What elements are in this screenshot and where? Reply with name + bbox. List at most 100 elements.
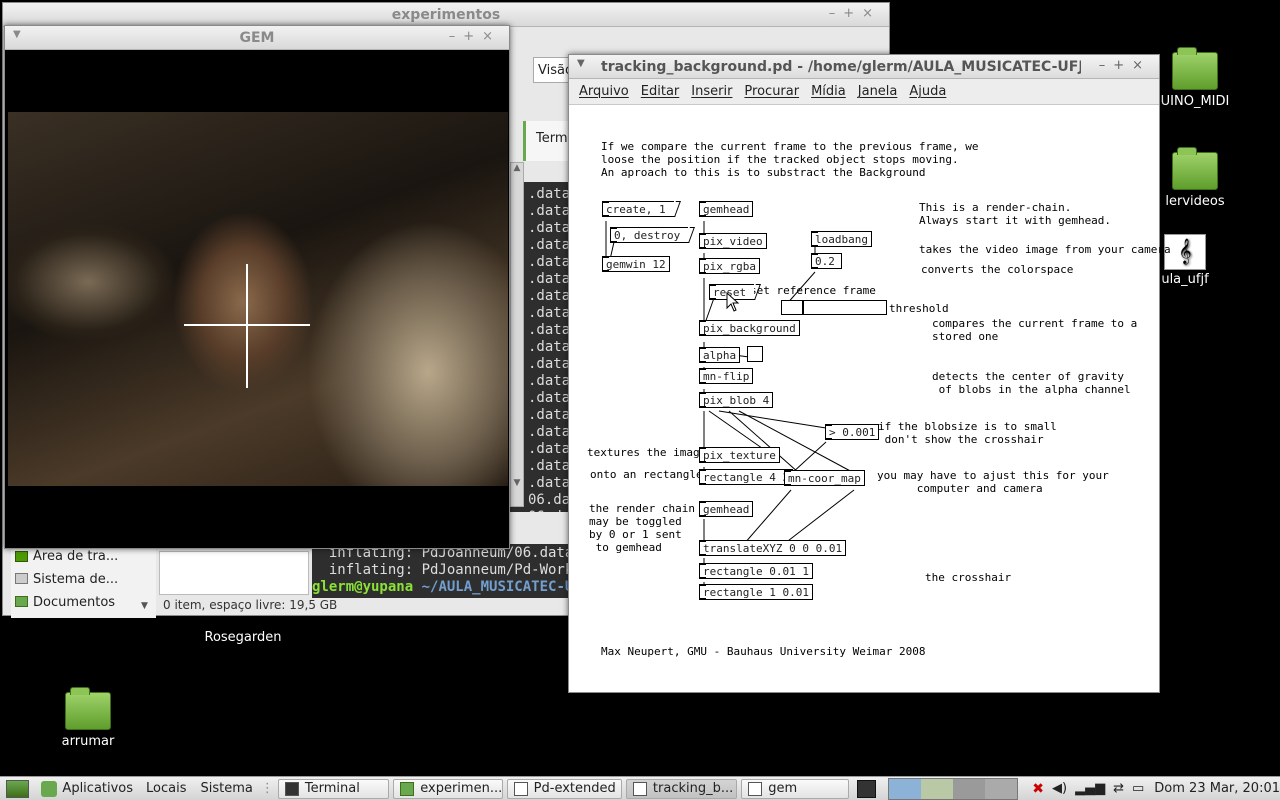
pd-patch-window[interactable]: ▼ tracking_background.pd - /home/glerm/A… xyxy=(568,54,1171,693)
task-label: Pd-extended xyxy=(533,781,616,796)
workspace-4[interactable] xyxy=(985,778,1018,799)
camera-render xyxy=(8,112,508,486)
obj-gemhead-1[interactable]: gemhead xyxy=(699,201,754,217)
task-gem[interactable]: gem xyxy=(741,778,849,799)
window-icon xyxy=(748,781,763,796)
obj-translate-xyz[interactable]: translateXYZ 0 0 0.01 xyxy=(699,540,847,556)
file-list-area[interactable] xyxy=(159,551,309,595)
terminal-line: .data/ xyxy=(528,288,570,304)
network-icon[interactable]: ▂▄▆ xyxy=(1075,781,1105,796)
terminal-line: .data/ xyxy=(528,220,570,236)
terminal-line: .data/ xyxy=(528,475,570,491)
desktop-icon-rosegarden[interactable]: Rosegarden xyxy=(198,630,288,645)
obj-pix-texture[interactable]: pix_texture xyxy=(699,447,780,463)
clock[interactable]: Dom 23 Mar, 20:01 xyxy=(1154,781,1280,796)
obj-mn-flip[interactable]: mn-flip xyxy=(699,368,754,384)
terminal-launcher-icon[interactable] xyxy=(856,779,877,798)
obj-pix-background[interactable]: pix_background xyxy=(699,320,800,336)
obj-alpha[interactable]: alpha xyxy=(699,347,741,363)
menu-system[interactable]: Sistema xyxy=(201,781,253,796)
pd-menubar: Arquivo Editar Inserir Procurar Mídia Ja… xyxy=(569,79,1159,105)
obj-rectangle-1-001[interactable]: rectangle 1 0.01 xyxy=(699,584,813,600)
task-label: tracking_b... xyxy=(652,781,734,796)
window-controls[interactable]: –+× xyxy=(449,29,501,44)
sidebar: Área de tra... Sistema de... Documentos xyxy=(11,543,156,618)
sidebar-item-documents[interactable]: Documentos xyxy=(11,587,156,610)
workspace-3[interactable] xyxy=(953,778,986,799)
menu-editar[interactable]: Editar xyxy=(635,79,686,104)
terminal-line: .data/ xyxy=(528,407,570,423)
menu-procurar[interactable]: Procurar xyxy=(738,79,805,104)
crosshair-vertical xyxy=(246,264,248,388)
menu-applications[interactable]: Aplicativos xyxy=(41,780,133,797)
scroll-arrow-down-icon[interactable]: ▼ xyxy=(141,601,148,611)
show-desktop-icon[interactable] xyxy=(6,779,30,798)
threshold-slider[interactable] xyxy=(781,300,887,315)
gem-titlebar[interactable]: ▼ GEM –+× xyxy=(5,26,509,50)
window-title: GEM xyxy=(239,30,275,46)
obj-rectangle-4-3[interactable]: rectangle 4 3 xyxy=(699,469,794,485)
menu-arquivo[interactable]: Arquivo xyxy=(573,79,635,104)
comment-ajust: you may have to ajust this for your comp… xyxy=(877,469,1109,495)
pd-titlebar[interactable]: ▼ tracking_background.pd - /home/glerm/A… xyxy=(569,55,1159,79)
window-controls[interactable]: –+× xyxy=(1099,58,1151,73)
pd-canvas[interactable]: If we compare the current frame to the p… xyxy=(569,106,1171,692)
volume-icon[interactable]: ◀) xyxy=(1052,781,1067,796)
menu-janela[interactable]: Janela xyxy=(852,79,904,104)
menu-midia[interactable]: Mídia xyxy=(805,79,852,104)
desktop-icon-arrumar[interactable]: arrumar xyxy=(43,687,133,749)
desktop-icon-uino-midi[interactable]: UINO_MIDI xyxy=(1150,47,1240,109)
folder-icon xyxy=(65,687,111,730)
task-pd-extended[interactable]: Pd-extended xyxy=(506,778,622,799)
file-manager-titlebar[interactable]: experimentos –+× xyxy=(3,3,889,27)
gem-window[interactable]: ▼ GEM –+× xyxy=(4,25,510,549)
obj-rectangle-001-1[interactable]: rectangle 0.01 1 xyxy=(699,563,813,579)
obj-greater-than[interactable]: > 0.001 xyxy=(825,424,880,440)
obj-pix-rgba[interactable]: pix_rgba xyxy=(699,258,760,274)
obj-pix-blob[interactable]: pix_blob 4 xyxy=(699,392,774,408)
task-terminal[interactable]: Terminal xyxy=(277,778,390,799)
terminal-tab[interactable]: Termi xyxy=(523,121,573,161)
sidebar-item-filesystem[interactable]: Sistema de... xyxy=(11,564,156,587)
obj-gemhead-2[interactable]: gemhead xyxy=(699,501,754,517)
workspace-1[interactable] xyxy=(889,778,922,799)
terminal-prompt: glerm@yupana ~/AULA_MUSICATEC-UF xyxy=(312,579,570,596)
menu-ajuda[interactable]: Ajuda xyxy=(903,79,952,104)
comment-intro: If we compare the current frame to the p… xyxy=(601,140,979,179)
desktop-icon-label: ula_ufjf xyxy=(1161,272,1209,287)
window-controls[interactable]: –+× xyxy=(829,6,881,21)
scroll-up-arrow-icon[interactable]: ▲ xyxy=(511,163,523,173)
obj-loadbang[interactable]: loadbang xyxy=(811,231,872,247)
scroll-down-arrow-icon[interactable]: ▼ xyxy=(511,478,523,488)
workspace-switcher[interactable] xyxy=(888,777,1019,800)
shield-icon[interactable]: ✖ xyxy=(1032,781,1044,797)
terminal-line: .data/ xyxy=(528,424,570,440)
drive-icon xyxy=(15,573,28,584)
task-label: gem xyxy=(768,781,798,796)
task-tracking[interactable]: tracking_b... xyxy=(625,778,738,799)
terminal-line: .data/ xyxy=(528,237,570,253)
comment-set-ref: set reference frame xyxy=(750,284,876,297)
terminal-line: inflating: PdJoanneum/Pd-Works xyxy=(312,562,570,578)
workspace-2[interactable] xyxy=(921,778,954,799)
battery-icon[interactable]: ▭ xyxy=(1132,781,1144,796)
obj-mn-coor-map[interactable]: mn-coor_map xyxy=(784,470,865,486)
terminal-bottom[interactable]: inflating: PdJoanneum/06.data/ inflating… xyxy=(312,544,570,598)
terminal-scrollbar[interactable]: ▲ ▼ xyxy=(510,162,524,507)
obj-gemwin[interactable]: gemwin 12 xyxy=(602,256,670,272)
terminal-line: .data/ xyxy=(528,322,570,338)
desktop-icon-lervideos[interactable]: lervideos xyxy=(1150,147,1240,209)
pd-icon xyxy=(513,781,528,796)
toggle-alpha[interactable] xyxy=(747,346,763,362)
msg-create[interactable]: create, 1 xyxy=(602,201,681,217)
number-box-threshold-default[interactable]: 0.2 xyxy=(811,253,842,269)
window-menu-icon[interactable]: ▼ xyxy=(577,58,585,69)
obj-pix-video[interactable]: pix_video xyxy=(699,233,767,249)
task-experimentos[interactable]: experimen... xyxy=(393,778,503,799)
menu-places[interactable]: Locais xyxy=(146,781,186,796)
obj-text: 0, destroy xyxy=(614,229,681,242)
mint-logo-icon xyxy=(41,780,58,797)
menu-inserir[interactable]: Inserir xyxy=(685,79,738,104)
update-icon[interactable]: ⇄ xyxy=(1113,781,1124,796)
msg-destroy[interactable]: 0, destroy xyxy=(610,227,696,243)
